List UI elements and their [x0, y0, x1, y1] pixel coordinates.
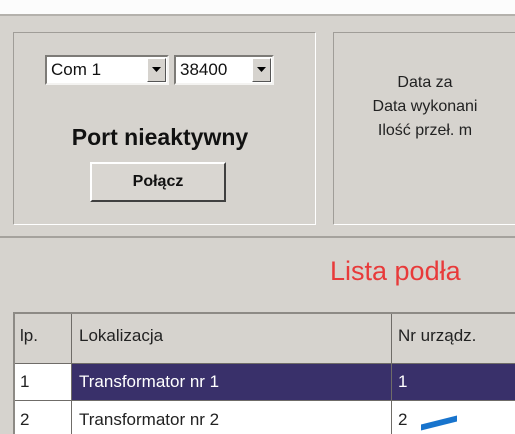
baud-rate-value: 38400 [180, 60, 228, 79]
column-header-lokalizacja[interactable]: Lokalizacja [76, 326, 392, 346]
connect-button[interactable]: Połącz [90, 162, 226, 202]
column-header-nr-urzadz[interactable]: Nr urządz. [395, 326, 515, 346]
top-strip [0, 0, 515, 14]
list-title: Lista podła [330, 256, 461, 286]
info-line-date: Data za [397, 74, 453, 91]
info-line-switch-count: Ilość przeł. m [377, 122, 473, 139]
chevron-down-icon [152, 67, 161, 72]
table-row-2-lp[interactable]: 2 [17, 410, 69, 430]
chevron-down-icon [257, 67, 266, 72]
table-row-2-lokalizacja[interactable]: Transformator nr 2 [76, 410, 392, 430]
grid-line [15, 400, 515, 401]
device-list-grid[interactable]: lp. Lokalizacja Nr urządz. 1 Transformat… [13, 312, 515, 434]
port-dropdown-button[interactable] [147, 58, 166, 82]
port-select[interactable]: Com 1 [45, 55, 169, 85]
table-row-1-nr[interactable]: 1 [395, 372, 515, 392]
port-status-label: Port nieaktywny [71, 124, 249, 150]
column-header-lp[interactable]: lp. [17, 326, 69, 346]
info-line-execution-date: Data wykonani [372, 98, 478, 115]
baud-rate-select[interactable]: 38400 [174, 55, 274, 85]
baud-dropdown-button[interactable] [252, 58, 271, 82]
table-row-2-nr[interactable]: 2 [395, 410, 419, 430]
table-row-1-lokalizacja[interactable]: Transformator nr 1 [76, 372, 392, 392]
section-divider [0, 236, 515, 238]
grid-line [71, 314, 72, 434]
table-row-1-lp[interactable]: 1 [17, 372, 69, 392]
grid-line [391, 314, 392, 434]
top-divider [0, 14, 515, 16]
grid-line [15, 363, 515, 364]
port-select-value: Com 1 [51, 60, 102, 79]
